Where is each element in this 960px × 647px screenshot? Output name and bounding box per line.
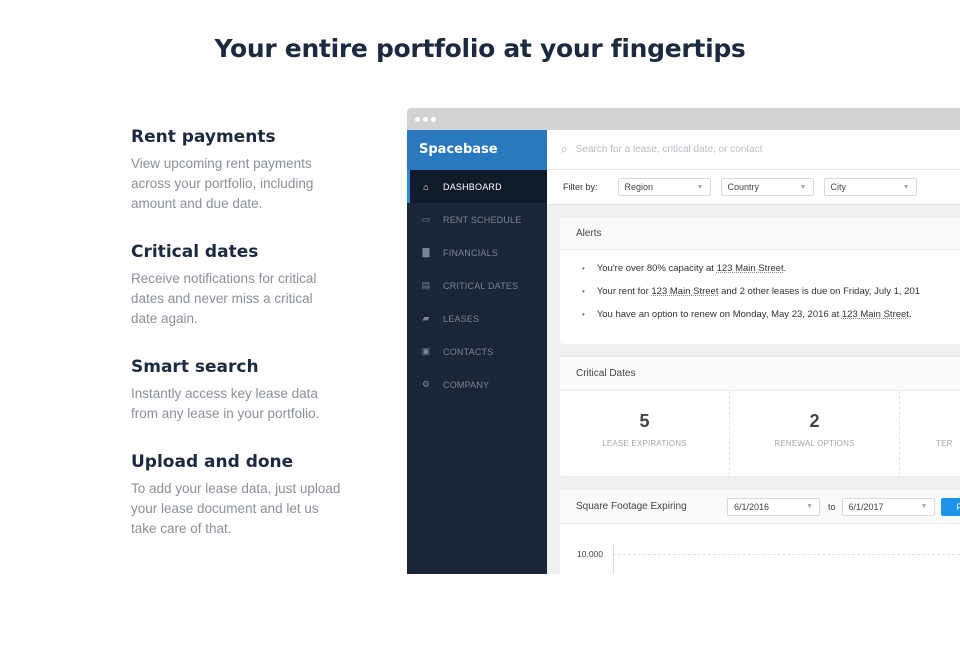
alert-text: You have an option to renew on Monday, M… — [596, 309, 842, 320]
feature-text: Receive notifications for critical dates… — [131, 271, 317, 326]
home-icon: ⌂ — [423, 181, 429, 192]
app-screenshot-window: Spacebase ⌂ DASHBOARD ▭ RENT SCHEDULE ▇ FIN… — [407, 108, 960, 574]
sidebar-item-label: DASHBOARD — [443, 181, 502, 192]
y-axis — [613, 544, 614, 574]
search-input[interactable]: ⌕ Search for a lease, critical date, or c… — [547, 130, 960, 170]
page-title: Your entire portfolio at your fingertips — [214, 34, 746, 63]
feature-smart-search: Smart search Instantly access key lease … — [131, 357, 341, 424]
sidebar-item-label: FINANCIALS — [443, 247, 499, 258]
stat-label: TER — [936, 439, 953, 448]
stat-label: LEASE EXPIRATIONS — [602, 439, 687, 448]
feature-text: View upcoming rent payments across your … — [131, 156, 314, 211]
from-date-select[interactable]: 6/1/2016 ▼ — [727, 497, 820, 516]
card-title: Square Footage Expiring — [576, 501, 687, 512]
search-icon: ⌕ — [561, 142, 568, 156]
alert-text: You're over 80% capacity at — [596, 263, 717, 274]
select-value: 6/1/2016 — [734, 501, 770, 512]
alert-text: Your rent for — [596, 286, 652, 297]
sidebar-item-label: CONTACTS — [443, 346, 494, 357]
feature-title: Upload and done — [131, 452, 294, 472]
feature-critical-dates: Critical dates Receive notifications for… — [131, 242, 341, 329]
feature-title: Smart search — [131, 357, 259, 377]
card-title: Alerts — [560, 218, 960, 250]
select-value: Country — [727, 182, 760, 192]
sidebar-item-label: RENT SCHEDULE — [443, 214, 522, 225]
sidebar-item-company[interactable]: ⚙ COMPANY — [407, 368, 547, 401]
select-value: City — [830, 182, 847, 192]
stat-value — [936, 411, 960, 435]
select-value: 6/1/2017 — [848, 501, 884, 512]
feature-upload: Upload and done To add your lease data, … — [131, 452, 341, 539]
search-placeholder: Search for a lease, critical date, or co… — [575, 144, 763, 155]
stat-value: 5 — [639, 411, 650, 431]
chevron-down-icon: ▼ — [902, 183, 910, 191]
bar-chart-icon: ▇ — [422, 247, 430, 257]
calendar-icon: ▤ — [421, 280, 431, 290]
gear-icon: ⚙ — [421, 379, 431, 389]
alert-text: . — [908, 309, 912, 320]
sidebar-item-dashboard[interactable]: ⌂ DASHBOARD — [407, 170, 547, 203]
sidebar-item-label: LEASES — [443, 313, 480, 324]
chevron-down-icon: ▼ — [806, 503, 813, 510]
square-footage-card: Square Footage Expiring 6/1/2016 ▼ to 6/1… — [560, 490, 960, 574]
credit-card-icon: ▭ — [421, 214, 431, 224]
window-dot — [415, 117, 420, 122]
sidebar-item-critical-dates[interactable]: ▤ CRITICAL DATES — [407, 269, 547, 302]
stat-value: 2 — [809, 411, 820, 431]
feature-text: Instantly access key lease data from any… — [131, 386, 320, 421]
property-link[interactable]: 123 Main Street — [651, 286, 718, 297]
stat-third[interactable]: TER — [900, 391, 960, 475]
feature-title: Rent payments — [131, 127, 276, 147]
feature-rent-payments: Rent payments View upcoming rent payment… — [131, 127, 341, 214]
card-title: Critical Dates — [560, 357, 960, 391]
filter-button[interactable]: F — [940, 497, 960, 516]
chevron-down-icon: ▼ — [799, 183, 807, 191]
region-select[interactable]: Region ▼ — [617, 178, 711, 196]
gridline — [613, 554, 960, 555]
alert-text: . — [783, 263, 787, 274]
stat-lease-expirations[interactable]: 5 LEASE EXPIRATIONS — [560, 391, 730, 475]
alert-item: You have an option to renew on Monday, M… — [582, 309, 960, 332]
window-dot — [423, 117, 428, 122]
window-titlebar — [407, 108, 960, 130]
alert-text: and 2 other leases is due on Friday, Jul… — [718, 286, 921, 297]
stat-renewal-options[interactable]: 2 RENEWAL OPTIONS — [730, 391, 900, 475]
sidebar-item-contacts[interactable]: ▣ CONTACTS — [407, 335, 547, 368]
sidebar-item-leases[interactable]: ▰ LEASES — [407, 302, 547, 335]
main-content: ⌕ Search for a lease, critical date, or c… — [547, 130, 960, 574]
alert-item: Your rent for 123 Main Street and 2 othe… — [582, 286, 960, 309]
sidebar-item-financials[interactable]: ▇ FINANCIALS — [407, 236, 547, 269]
alert-item: You're over 80% capacity at 123 Main Str… — [582, 263, 960, 286]
filter-label: Filter by: — [563, 182, 598, 192]
brand-logo[interactable]: Spacebase — [407, 130, 547, 170]
chevron-down-icon: ▼ — [920, 503, 928, 510]
property-link[interactable]: 123 Main Street — [842, 309, 909, 320]
contact-card-icon: ▣ — [421, 346, 431, 356]
to-label: to — [828, 501, 836, 512]
critical-dates-card: Critical Dates 5 LEASE EXPIRATIONS 2 RENEW… — [560, 357, 960, 476]
property-link[interactable]: 123 Main Street — [717, 263, 784, 274]
feature-title: Critical dates — [131, 242, 259, 262]
feature-text: To add your lease data, just upload your… — [131, 481, 341, 536]
sidebar-item-label: CRITICAL DATES — [443, 280, 519, 291]
to-date-select[interactable]: 6/1/2017 ▼ — [841, 497, 935, 516]
country-select[interactable]: Country ▼ — [720, 178, 814, 196]
chevron-down-icon: ▼ — [696, 183, 704, 191]
sidebar-item-rent-schedule[interactable]: ▭ RENT SCHEDULE — [407, 203, 547, 236]
select-value: Region — [624, 182, 654, 192]
sidebar-item-label: COMPANY — [443, 379, 490, 390]
card-header: Square Footage Expiring 6/1/2016 ▼ to 6/1… — [560, 490, 960, 524]
y-tick-label: 10,000 — [577, 549, 603, 559]
filter-bar: Filter by: Region ▼ Country ▼ City ▼ — [547, 170, 960, 205]
city-select[interactable]: City ▼ — [823, 178, 917, 196]
chart-area: 10,000 — [560, 524, 960, 574]
sidebar: Spacebase ⌂ DASHBOARD ▭ RENT SCHEDULE ▇ FIN… — [407, 130, 547, 574]
alerts-card: Alerts You're over 80% capacity at 123 M… — [560, 218, 960, 344]
stat-label: RENEWAL OPTIONS — [774, 439, 855, 448]
window-dot — [431, 117, 436, 122]
folder-icon: ▰ — [422, 313, 430, 323]
